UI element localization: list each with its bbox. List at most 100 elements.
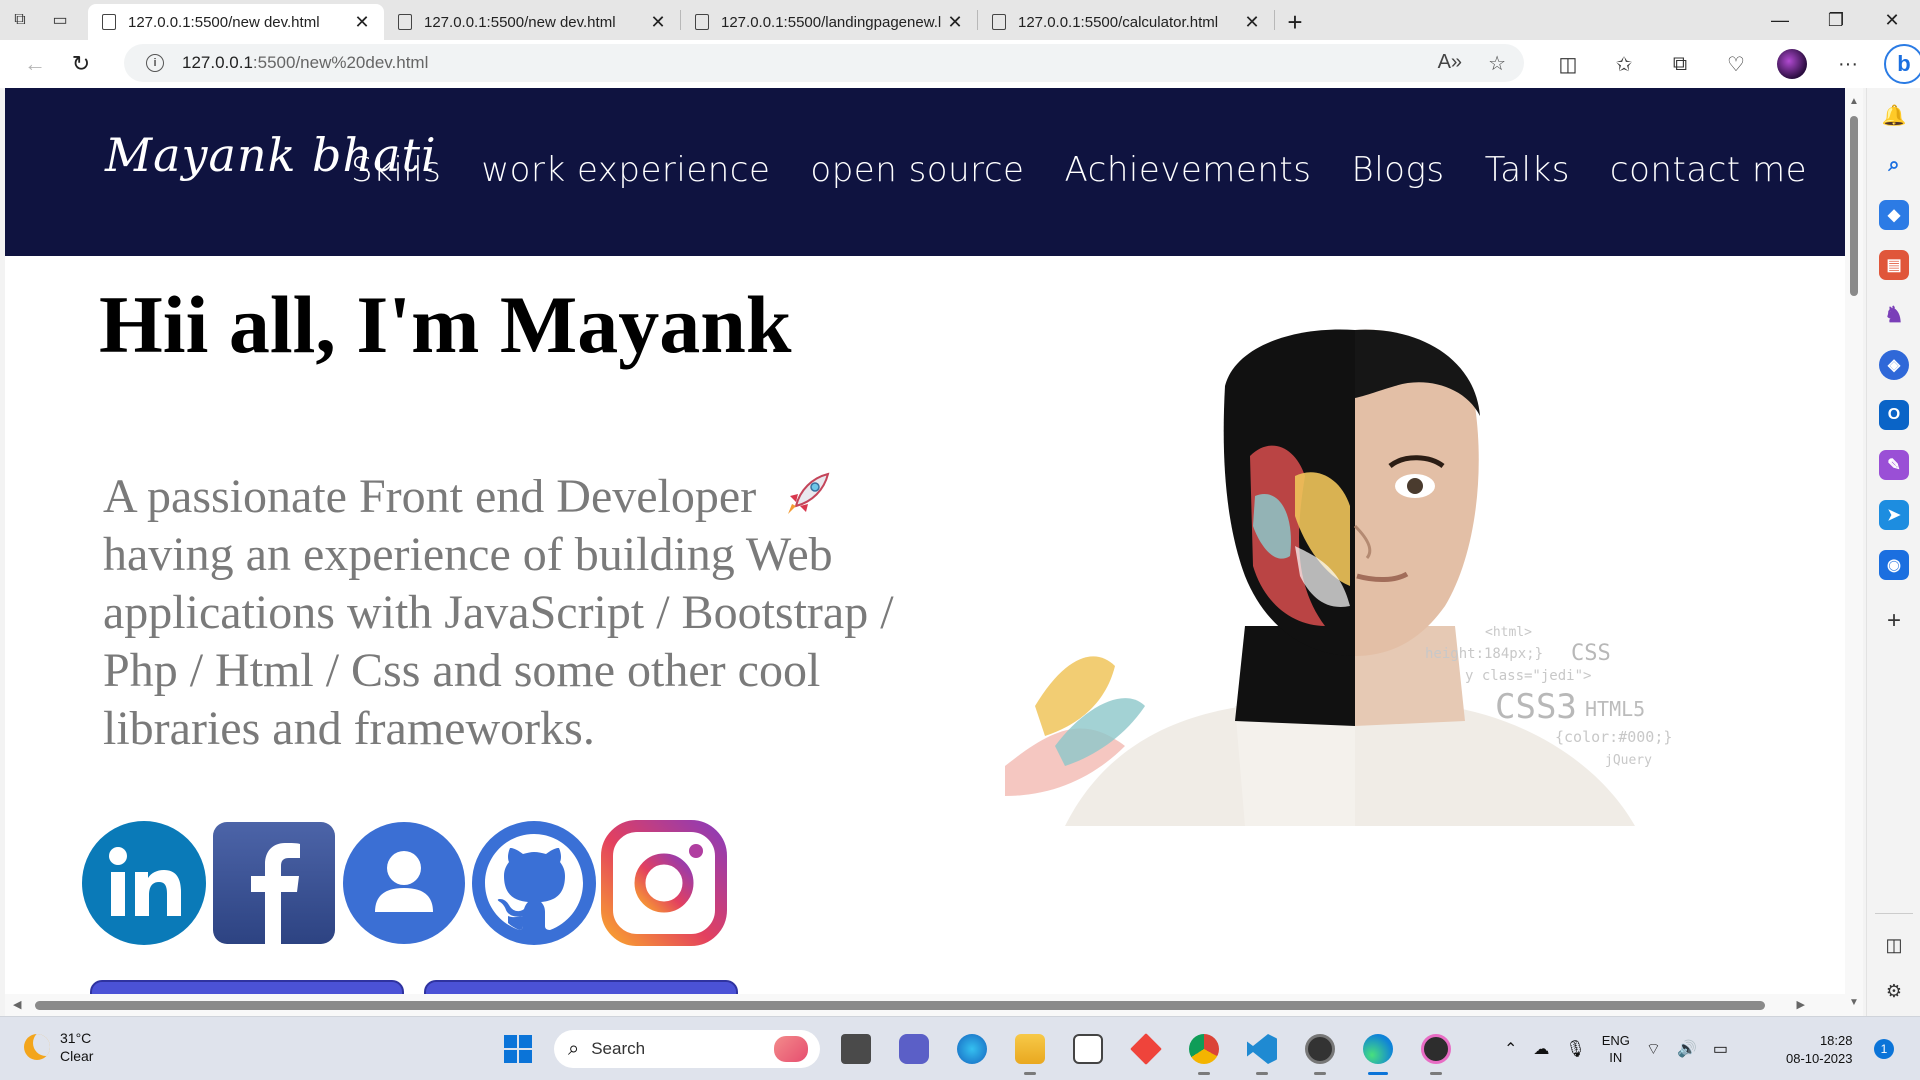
onedrive-cloud-icon[interactable]: ☁ — [1533, 1039, 1549, 1059]
add-sidebar-app-icon[interactable]: + — [1879, 606, 1909, 636]
show-hidden-icons-chevron-icon[interactable]: ⌃ — [1504, 1039, 1517, 1059]
close-window-button[interactable]: ✕ — [1864, 0, 1920, 40]
tools-briefcase-icon[interactable]: ▤ — [1879, 250, 1909, 280]
volume-icon[interactable]: 🔊 — [1677, 1039, 1697, 1059]
more-options-icon[interactable]: ··· — [1820, 44, 1876, 84]
anydesk-icon[interactable] — [1124, 1027, 1168, 1071]
rocket-icon — [788, 472, 830, 514]
file-icon — [695, 14, 709, 30]
favorites-icon[interactable]: ✩ — [1596, 44, 1652, 84]
edge-icon[interactable] — [1356, 1027, 1400, 1075]
back-button[interactable]: ← — [12, 44, 58, 84]
split-screen-icon[interactable]: ◫ — [1540, 44, 1596, 84]
clock[interactable]: 18:28 08-10-2023 — [1786, 1032, 1853, 1068]
art-code-html5: HTML5 — [1585, 697, 1645, 721]
tab-calculator[interactable]: 127.0.0.1:5500/calculator.html ✕ — [978, 4, 1274, 40]
microsoft-365-icon[interactable]: ◈ — [1879, 350, 1909, 380]
art-code-css3: CSS3 — [1495, 687, 1577, 727]
shopping-tag-icon[interactable]: ◆ — [1879, 200, 1909, 230]
minimize-button[interactable]: — — [1752, 0, 1808, 40]
sidebar-settings-icon[interactable]: ⚙ — [1879, 976, 1909, 1006]
games-chess-icon[interactable]: ♞ — [1879, 300, 1909, 330]
search-placeholder: Search — [591, 1039, 646, 1058]
notification-badge[interactable]: 1 — [1874, 1039, 1894, 1059]
file-icon — [102, 14, 116, 30]
instagram-icon[interactable] — [601, 820, 727, 946]
nav-work-experience[interactable]: work experience — [481, 150, 770, 190]
tab-actions-icon[interactable]: ▭ — [40, 0, 80, 40]
file-icon — [992, 14, 1006, 30]
restore-button[interactable]: ❐ — [1808, 0, 1864, 40]
url-text[interactable]: 127.0.0.1:5500/new%20dev.html — [182, 53, 428, 73]
media-player-icon[interactable] — [1414, 1027, 1458, 1075]
taskbar: 31°C Clear ⌕ Search ⌃ ☁ 🎙 ENG IN ⌔ 🔊 ▭ 1… — [0, 1016, 1920, 1080]
close-tab-icon[interactable]: ✕ — [1240, 12, 1264, 33]
read-aloud-icon[interactable]: A» — [1438, 51, 1462, 76]
vscode-icon[interactable] — [1240, 1027, 1284, 1075]
language-indicator[interactable]: ENG IN — [1602, 1032, 1630, 1066]
tab-new-dev-2[interactable]: 127.0.0.1:5500/new dev.html ✕ — [384, 4, 680, 40]
tab-title: 127.0.0.1:5500/calculator.html — [1018, 13, 1219, 31]
favorite-star-icon[interactable]: ☆ — [1488, 51, 1506, 76]
horizontal-scroll-thumb[interactable] — [35, 1001, 1765, 1010]
nav-open-source[interactable]: open source — [810, 150, 1024, 190]
github-icon[interactable] — [471, 820, 597, 946]
browser-essentials-icon[interactable]: ♡ — [1708, 44, 1764, 84]
notifications-bell-icon[interactable]: 🔔 — [1879, 100, 1909, 130]
nav-talks[interactable]: Talks — [1485, 150, 1570, 190]
weather-widget[interactable]: 31°C Clear — [24, 1029, 93, 1065]
scroll-right-icon[interactable]: ▶ — [1797, 998, 1805, 1011]
art-code-class: y class="jedi"> — [1465, 668, 1591, 684]
address-bar[interactable]: i 127.0.0.1:5500/new%20dev.html A» ☆ — [124, 44, 1524, 82]
art-code-jquery: jQuery — [1605, 753, 1652, 768]
url-path: :5500/new%20dev.html — [252, 53, 429, 72]
obs-icon[interactable] — [1298, 1027, 1342, 1075]
close-tab-icon[interactable]: ✕ — [943, 12, 967, 33]
collections-icon[interactable]: ⧉ — [1652, 44, 1708, 84]
tab-strip: ⧉ ▭ 127.0.0.1:5500/new dev.html ✕ 127.0.… — [0, 0, 1920, 40]
teams-chat-icon[interactable] — [892, 1027, 936, 1071]
tab-landingpage[interactable]: 127.0.0.1:5500/landingpagenew.l ✕ — [681, 4, 977, 40]
task-view-icon[interactable] — [834, 1027, 878, 1071]
facebook-icon[interactable] — [211, 820, 337, 946]
linkedin-icon[interactable] — [81, 820, 207, 946]
start-button[interactable] — [496, 1027, 540, 1071]
vertical-scrollbar[interactable]: ▲ ▼ — [1845, 88, 1863, 1016]
nav-blogs[interactable]: Blogs — [1351, 150, 1444, 190]
wifi-icon[interactable]: ⌔ — [1646, 1039, 1661, 1059]
file-explorer-icon[interactable] — [1008, 1027, 1052, 1075]
nav-skills[interactable]: Skills — [351, 150, 441, 190]
scroll-down-icon[interactable]: ▼ — [1849, 997, 1859, 1008]
new-tab-button[interactable]: + — [1275, 4, 1315, 40]
edge-beta-icon[interactable] — [950, 1027, 994, 1071]
taskbar-search[interactable]: ⌕ Search — [554, 1030, 820, 1068]
hide-sidebar-icon[interactable]: ◫ — [1879, 930, 1909, 960]
edge-sidebar: 🔔 ⌕ ◆ ▤ ♞ ◈ O ✎ ➤ ◉ + ◫ ⚙ — [1866, 88, 1920, 1016]
site-header: Mayank bhati Skills work experience open… — [5, 88, 1845, 256]
scroll-left-icon[interactable]: ◀ — [13, 998, 21, 1011]
refresh-button[interactable]: ↻ — [58, 44, 104, 84]
designer-icon[interactable]: ✎ — [1879, 450, 1909, 480]
google-profile-icon[interactable] — [341, 820, 467, 946]
nav-contact-me[interactable]: contact me — [1610, 150, 1807, 190]
microsoft-store-icon[interactable] — [1066, 1027, 1110, 1071]
search-icon[interactable]: ⌕ — [1879, 150, 1909, 180]
battery-icon[interactable]: ▭ — [1713, 1039, 1728, 1059]
nav-achievements[interactable]: Achievements — [1064, 150, 1311, 190]
tab-new-dev-1[interactable]: 127.0.0.1:5500/new dev.html ✕ — [88, 4, 384, 40]
chrome-icon[interactable] — [1182, 1027, 1226, 1075]
art-code-height: height:184px;} — [1425, 646, 1543, 662]
vertical-scroll-thumb[interactable] — [1850, 116, 1858, 296]
close-tab-icon[interactable]: ✕ — [350, 12, 374, 33]
outlook-icon[interactable]: O — [1879, 400, 1909, 430]
microphone-icon[interactable]: 🎙 — [1565, 1039, 1585, 1059]
copilot-icon[interactable]: b — [1876, 44, 1920, 84]
bing-chat-icon[interactable]: ◉ — [1879, 550, 1909, 580]
close-tab-icon[interactable]: ✕ — [646, 12, 670, 33]
site-info-icon[interactable]: i — [146, 54, 164, 72]
scroll-up-icon[interactable]: ▲ — [1849, 96, 1859, 107]
workspaces-icon[interactable]: ⧉ — [0, 0, 40, 40]
horizontal-scrollbar[interactable]: ◀ ▶ — [5, 994, 1845, 1016]
profile-avatar[interactable] — [1764, 44, 1820, 84]
drop-send-icon[interactable]: ➤ — [1879, 500, 1909, 530]
